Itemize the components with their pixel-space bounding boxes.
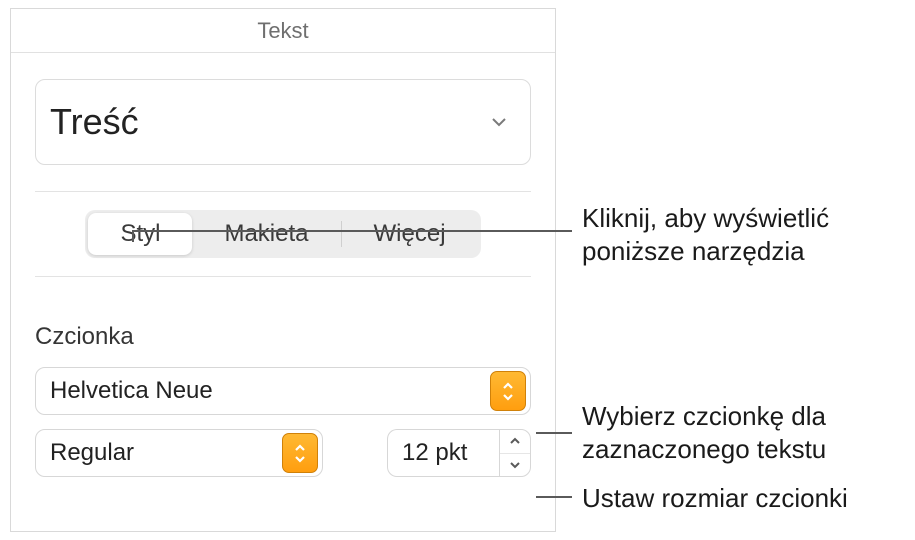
font-family-value: Helvetica Neue bbox=[50, 377, 213, 405]
font-size-field[interactable]: 12 pkt bbox=[387, 429, 499, 477]
font-size-stepper-up[interactable] bbox=[500, 430, 530, 453]
text-tabs-segmented: Styl Makieta Więcej bbox=[85, 210, 480, 258]
callout-line bbox=[536, 432, 572, 434]
divider bbox=[35, 276, 531, 277]
paragraph-style-dropdown[interactable]: Treść bbox=[35, 79, 531, 165]
tab-more[interactable]: Więcej bbox=[342, 213, 478, 255]
panel-title: Tekst bbox=[11, 9, 555, 53]
callout-tabs: Kliknij, aby wyświetlić poniższe narzędz… bbox=[582, 202, 902, 267]
font-weight-select[interactable]: Regular bbox=[35, 429, 323, 477]
font-section-title: Czcionka bbox=[35, 323, 531, 351]
tab-more-label: Więcej bbox=[374, 220, 446, 248]
tab-style-label: Styl bbox=[120, 220, 160, 248]
font-weight-value: Regular bbox=[50, 439, 134, 467]
tab-layout[interactable]: Makieta bbox=[192, 213, 340, 255]
callout-font-family: Wybierz czcionkę dla zaznaczonego tekstu bbox=[582, 400, 902, 465]
callout-line bbox=[132, 230, 134, 242]
chevron-down-icon bbox=[490, 113, 508, 131]
font-size-stepper-down[interactable] bbox=[500, 453, 530, 477]
updown-arrows-icon bbox=[490, 371, 526, 411]
paragraph-style-value: Treść bbox=[50, 101, 139, 143]
callout-font-size: Ustaw rozmiar czcionki bbox=[582, 482, 912, 515]
text-inspector-panel: Tekst Treść Styl Makieta Więcej bbox=[10, 8, 556, 532]
font-size-stepper bbox=[499, 429, 531, 477]
callout-line bbox=[132, 230, 572, 232]
font-size-value: 12 pkt bbox=[402, 439, 467, 467]
font-family-select[interactable]: Helvetica Neue bbox=[35, 367, 531, 415]
tab-layout-label: Makieta bbox=[224, 220, 308, 248]
tab-style[interactable]: Styl bbox=[88, 213, 192, 255]
callout-line bbox=[536, 496, 572, 498]
divider bbox=[35, 191, 531, 192]
updown-arrows-icon bbox=[282, 433, 318, 473]
